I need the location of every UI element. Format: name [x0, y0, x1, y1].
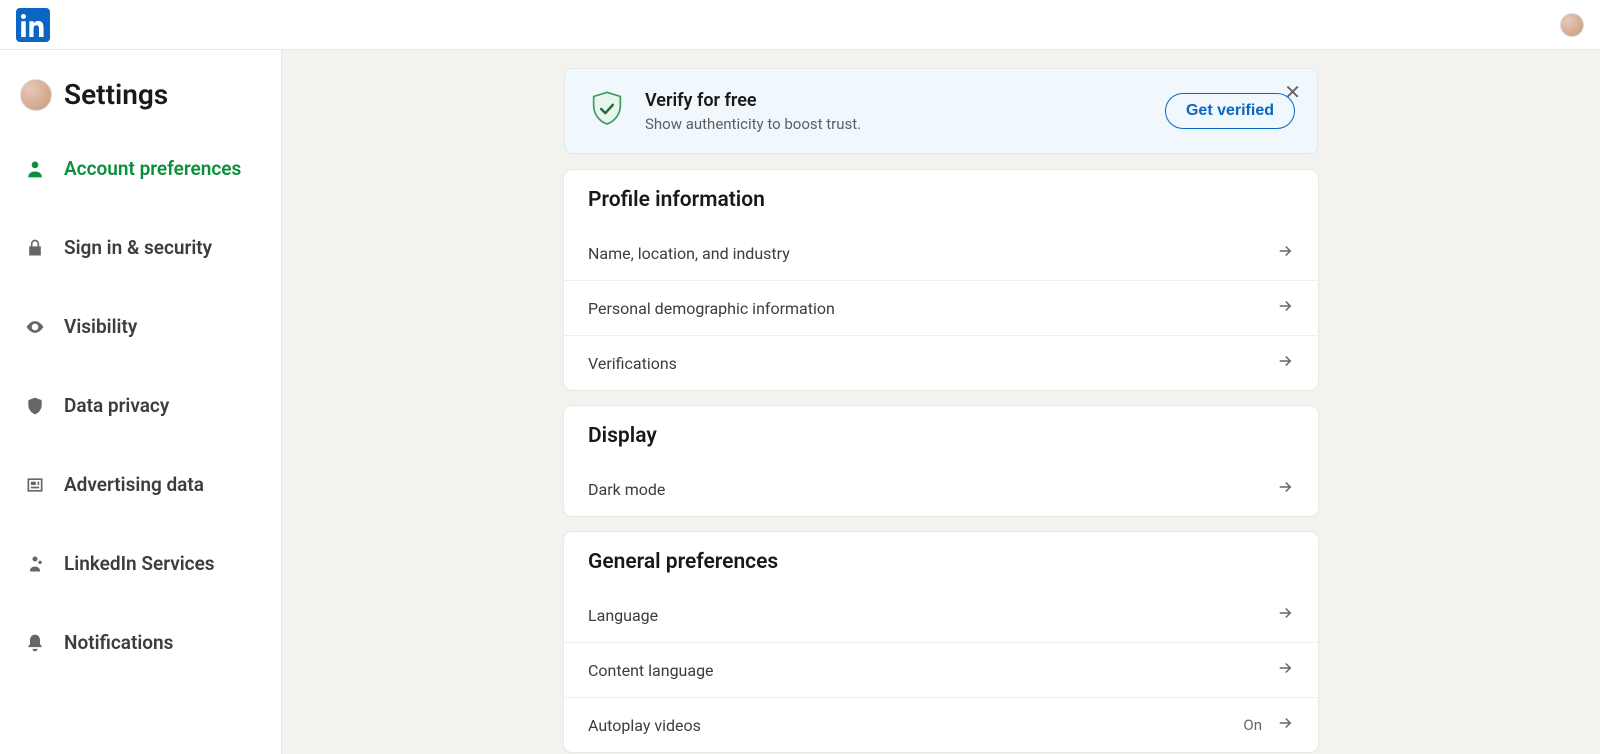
row-value: On [1243, 716, 1262, 734]
row-dark-mode[interactable]: Dark mode [564, 462, 1318, 516]
row-personal-demographic[interactable]: Personal demographic information [564, 280, 1318, 335]
arrow-right-icon [1276, 297, 1294, 319]
sidebar-item-visibility[interactable]: Visibility [20, 305, 261, 348]
sidebar-item-linkedin-services[interactable]: LinkedIn Services [20, 542, 261, 585]
lock-icon [24, 237, 46, 259]
sidebar-item-label: Account preferences [64, 157, 241, 180]
sidebar-item-label: Notifications [64, 631, 173, 654]
row-autoplay-videos[interactable]: Autoplay videos On [564, 697, 1318, 752]
general-preferences-card: General preferences Language Content lan… [564, 532, 1318, 752]
top-bar [0, 0, 1600, 50]
shield-check-icon [587, 89, 627, 133]
profile-information-card: Profile information Name, location, and … [564, 170, 1318, 390]
sidebar-item-label: LinkedIn Services [64, 552, 215, 575]
verify-banner: Verify for free Show authenticity to boo… [564, 68, 1318, 154]
arrow-right-icon [1276, 604, 1294, 626]
row-name-location-industry[interactable]: Name, location, and industry [564, 226, 1318, 280]
arrow-right-icon [1276, 714, 1294, 736]
sidebar-item-label: Visibility [64, 315, 137, 338]
linkedin-logo[interactable] [16, 8, 50, 42]
shield-icon [24, 395, 46, 417]
row-verifications[interactable]: Verifications [564, 335, 1318, 390]
row-label: Personal demographic information [588, 299, 835, 318]
sidebar: Settings Account preferences Sign in & s… [0, 50, 282, 754]
arrow-right-icon [1276, 352, 1294, 374]
row-language[interactable]: Language [564, 588, 1318, 642]
profile-avatar-top[interactable] [1560, 13, 1584, 37]
person-badge-icon [24, 553, 46, 575]
bell-icon [24, 632, 46, 654]
row-label: Name, location, and industry [588, 244, 790, 263]
sidebar-item-label: Advertising data [64, 473, 204, 496]
row-content-language[interactable]: Content language [564, 642, 1318, 697]
sidebar-item-advertising-data[interactable]: Advertising data [20, 463, 261, 506]
arrow-right-icon [1276, 242, 1294, 264]
arrow-right-icon [1276, 478, 1294, 500]
card-title: Profile information [564, 188, 1318, 220]
arrow-right-icon [1276, 659, 1294, 681]
row-label: Language [588, 606, 658, 625]
get-verified-button[interactable]: Get verified [1165, 93, 1295, 129]
display-card: Display Dark mode [564, 406, 1318, 516]
row-label: Verifications [588, 354, 677, 373]
row-label: Content language [588, 661, 714, 680]
banner-close-button[interactable]: ✕ [1284, 83, 1301, 103]
banner-title: Verify for free [645, 90, 1147, 111]
sidebar-item-account-preferences[interactable]: Account preferences [20, 147, 261, 190]
sidebar-header: Settings [20, 78, 261, 111]
card-title: Display [564, 424, 1318, 456]
card-title: General preferences [564, 550, 1318, 582]
sidebar-item-label: Sign in & security [64, 236, 212, 259]
eye-icon [24, 316, 46, 338]
sidebar-item-data-privacy[interactable]: Data privacy [20, 384, 261, 427]
row-label: Autoplay videos [588, 716, 701, 735]
banner-subtitle: Show authenticity to boost trust. [645, 115, 1147, 133]
sidebar-item-label: Data privacy [64, 394, 169, 417]
profile-avatar-side[interactable] [20, 79, 52, 111]
sidebar-item-sign-in-security[interactable]: Sign in & security [20, 226, 261, 269]
person-icon [24, 158, 46, 180]
page-title: Settings [64, 78, 168, 111]
main-content: Verify for free Show authenticity to boo… [282, 50, 1600, 754]
newspaper-icon [24, 474, 46, 496]
close-icon: ✕ [1284, 82, 1301, 104]
row-label: Dark mode [588, 480, 665, 499]
sidebar-item-notifications[interactable]: Notifications [20, 621, 261, 664]
